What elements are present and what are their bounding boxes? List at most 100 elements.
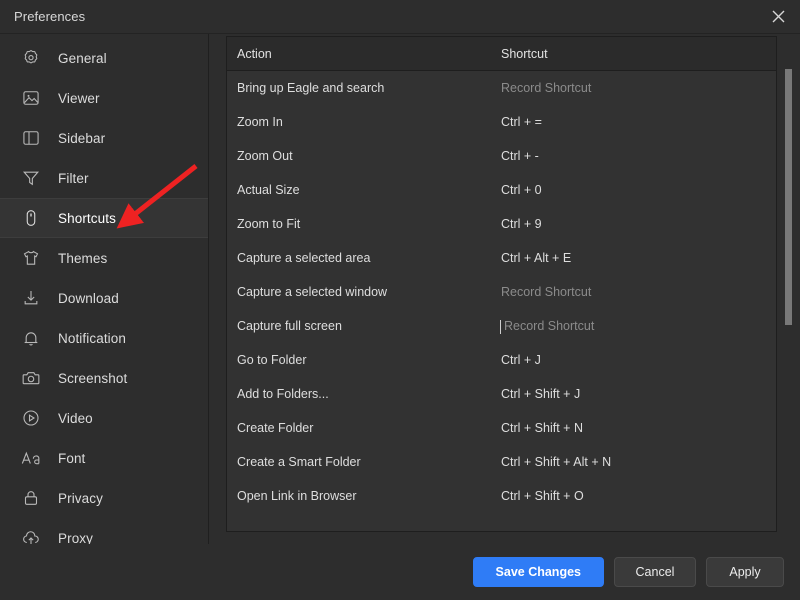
shortcut-cell[interactable]: Ctrl + Shift + O <box>497 487 776 505</box>
table-row[interactable]: Capture full screen Record Shortcut <box>227 309 776 343</box>
save-changes-button[interactable]: Save Changes <box>472 557 604 587</box>
preferences-sidebar: General Viewer Sidebar Filter Shortcuts Theme… <box>0 34 209 544</box>
window-body: General Viewer Sidebar Filter Shortcuts Theme… <box>0 34 800 544</box>
shortcut-cell[interactable]: Record Shortcut <box>497 283 776 301</box>
table-row[interactable]: Add to Folders... Ctrl + Shift + J <box>227 377 776 411</box>
action-label: Capture full screen <box>237 319 342 333</box>
sidebar-item-label: Shortcuts <box>58 210 116 226</box>
cancel-button[interactable]: Cancel <box>614 557 696 587</box>
sidebar-item-video[interactable]: Video <box>0 398 208 438</box>
title-bar: Preferences <box>0 0 800 34</box>
table-body: Bring up Eagle and search Record Shortcut… <box>227 71 776 513</box>
table-row[interactable]: Zoom In Ctrl + = <box>227 105 776 139</box>
close-icon[interactable] <box>756 0 800 33</box>
vertical-scrollbar[interactable] <box>785 69 792 325</box>
shortcuts-table: Action Shortcut Bring up Eagle and searc… <box>226 36 777 532</box>
sidebar-item-notification[interactable]: Notification <box>0 318 208 358</box>
action-cell: Zoom Out <box>227 147 497 165</box>
table-row[interactable]: Go to Folder Ctrl + J <box>227 343 776 377</box>
sidebar-item-label: Proxy <box>58 530 94 545</box>
sidebar-item-shortcuts[interactable]: Shortcuts <box>0 198 208 238</box>
table-row[interactable]: Capture a selected area Ctrl + Alt + E <box>227 241 776 275</box>
sidebar-item-sidebar[interactable]: Sidebar <box>0 118 208 158</box>
sidebar-item-themes[interactable]: Themes <box>0 238 208 278</box>
action-label: Capture a selected window <box>237 285 388 299</box>
shortcut-cell[interactable]: Ctrl + Shift + J <box>497 385 776 403</box>
column-header-shortcut: Shortcut <box>501 46 548 61</box>
apply-button[interactable]: Apply <box>706 557 784 587</box>
shortcut-cell[interactable]: Ctrl + Alt + E <box>497 249 776 267</box>
funnel-icon <box>18 165 44 191</box>
action-label: Go to Folder <box>237 353 307 367</box>
sidebar-item-label: Themes <box>58 250 108 266</box>
sidebar-item-viewer[interactable]: Viewer <box>0 78 208 118</box>
action-label: Add to Folders... <box>237 387 329 401</box>
sidebar-item-font[interactable]: Font <box>0 438 208 478</box>
gear-icon <box>18 45 44 71</box>
font-aa-icon <box>18 445 44 471</box>
sidebar-item-label: Screenshot <box>58 370 128 386</box>
shortcut-value[interactable]: Ctrl + 0 <box>501 183 542 197</box>
shortcut-cell[interactable]: Ctrl + J <box>497 351 776 369</box>
table-row[interactable]: Open Link in Browser Ctrl + Shift + O <box>227 479 776 513</box>
table-row[interactable]: Zoom to Fit Ctrl + 9 <box>227 207 776 241</box>
table-row[interactable]: Capture a selected window Record Shortcut <box>227 275 776 309</box>
window-title: Preferences <box>14 9 86 24</box>
sidebar-item-label: Download <box>58 290 119 306</box>
action-label: Zoom In <box>237 115 283 129</box>
action-cell: Open Link in Browser <box>227 487 497 505</box>
shortcuts-panel: Action Shortcut Bring up Eagle and searc… <box>209 34 800 544</box>
download-icon <box>18 285 44 311</box>
action-label: Zoom to Fit <box>237 217 301 231</box>
record-shortcut-field[interactable]: Record Shortcut <box>501 285 591 299</box>
action-label: Zoom Out <box>237 149 293 163</box>
shortcut-cell[interactable]: Ctrl + = <box>497 113 776 131</box>
shortcut-value[interactable]: Ctrl + Shift + J <box>501 387 580 401</box>
action-cell: Bring up Eagle and search <box>227 79 497 97</box>
action-cell: Capture a selected window <box>227 283 497 301</box>
shortcut-cell[interactable]: Ctrl + 9 <box>497 215 776 233</box>
record-shortcut-field[interactable]: Record Shortcut <box>501 81 591 95</box>
shortcut-cell[interactable]: Record Shortcut <box>497 317 776 335</box>
action-cell: Add to Folders... <box>227 385 497 403</box>
record-shortcut-field[interactable]: Record Shortcut <box>501 319 594 333</box>
shortcut-value[interactable]: Ctrl + J <box>501 353 541 367</box>
shortcut-cell[interactable]: Ctrl + 0 <box>497 181 776 199</box>
bell-icon <box>18 325 44 351</box>
action-cell: Actual Size <box>227 181 497 199</box>
sidebar-item-general[interactable]: General <box>0 38 208 78</box>
sidebar-item-label: Font <box>58 450 86 466</box>
table-row[interactable]: Actual Size Ctrl + 0 <box>227 173 776 207</box>
shortcut-value[interactable]: Ctrl + Shift + O <box>501 489 584 503</box>
shortcut-value[interactable]: Ctrl + Shift + Alt + N <box>501 455 611 469</box>
shortcut-cell[interactable]: Ctrl + Shift + N <box>497 419 776 437</box>
action-cell: Create Folder <box>227 419 497 437</box>
action-cell: Go to Folder <box>227 351 497 369</box>
sidebar-item-label: Sidebar <box>58 130 106 146</box>
dialog-footer: Save Changes Cancel Apply <box>0 544 800 600</box>
action-label: Open Link in Browser <box>237 489 357 503</box>
shortcut-value[interactable]: Ctrl + Shift + N <box>501 421 583 435</box>
shortcut-cell[interactable]: Record Shortcut <box>497 79 776 97</box>
sidebar-item-privacy[interactable]: Privacy <box>0 478 208 518</box>
table-header-row: Action Shortcut <box>227 37 776 71</box>
play-circle-icon <box>18 405 44 431</box>
shortcut-value[interactable]: Ctrl + Alt + E <box>501 251 571 265</box>
image-icon <box>18 85 44 111</box>
table-row[interactable]: Create Folder Ctrl + Shift + N <box>227 411 776 445</box>
sidebar-item-filter[interactable]: Filter <box>0 158 208 198</box>
table-row[interactable]: Create a Smart Folder Ctrl + Shift + Alt … <box>227 445 776 479</box>
lock-icon <box>18 485 44 511</box>
action-label: Actual Size <box>237 183 300 197</box>
shortcut-cell[interactable]: Ctrl + Shift + Alt + N <box>497 453 776 471</box>
table-row[interactable]: Zoom Out Ctrl + - <box>227 139 776 173</box>
shortcut-cell[interactable]: Ctrl + - <box>497 147 776 165</box>
sidebar-item-download[interactable]: Download <box>0 278 208 318</box>
shortcut-value[interactable]: Ctrl + = <box>501 115 542 129</box>
shortcut-value[interactable]: Ctrl + - <box>501 149 539 163</box>
camera-icon <box>18 365 44 391</box>
shortcut-value[interactable]: Ctrl + 9 <box>501 217 542 231</box>
sidebar-item-screenshot[interactable]: Screenshot <box>0 358 208 398</box>
sidebar-item-proxy[interactable]: Proxy <box>0 518 208 544</box>
table-row[interactable]: Bring up Eagle and search Record Shortcut <box>227 71 776 105</box>
